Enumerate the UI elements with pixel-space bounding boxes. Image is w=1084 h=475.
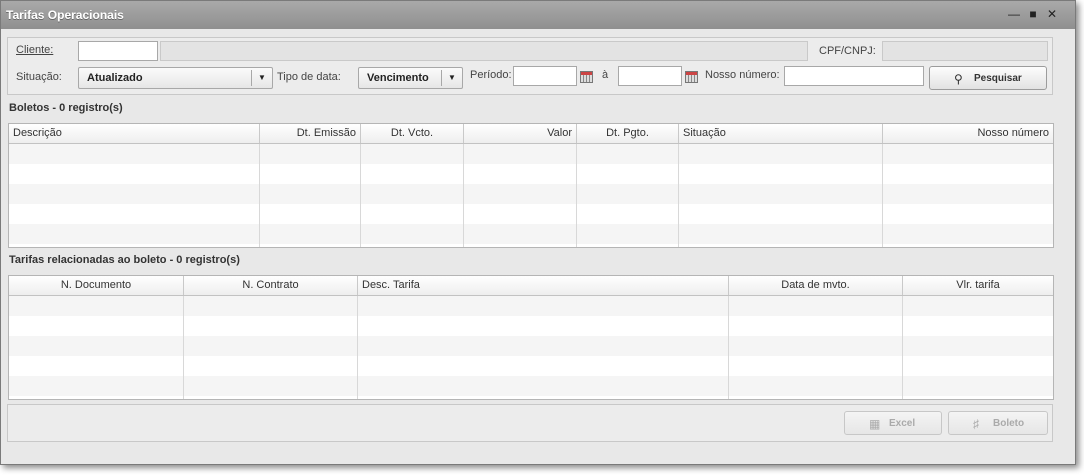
situacao-select[interactable]: Atualizado ▼	[78, 67, 273, 89]
col-situacao[interactable]: Situação	[679, 124, 883, 143]
tarifas-title: Tarifas relacionadas ao boleto - 0 regis…	[9, 254, 240, 266]
window-title: Tarifas Operacionais	[6, 8, 124, 22]
calendar-icon[interactable]	[685, 71, 698, 83]
column-divider	[728, 296, 729, 399]
column-divider	[882, 144, 883, 247]
periodo-separator: à	[602, 69, 609, 81]
column-divider	[360, 144, 361, 247]
col-data-mvto[interactable]: Data de mvto.	[729, 276, 903, 295]
column-divider	[183, 296, 184, 399]
pesquisar-button[interactable]: ⚲ Pesquisar	[929, 66, 1047, 90]
nosso-numero-label: Nosso número:	[705, 69, 780, 81]
col-dt-pgto[interactable]: Dt. Pgto.	[577, 124, 679, 143]
column-divider	[259, 144, 260, 247]
excel-icon: ▦	[869, 417, 881, 431]
periodo-label: Período:	[470, 69, 512, 81]
col-descricao[interactable]: Descrição	[9, 124, 260, 143]
title-bar: Tarifas Operacionais — ■ ✕	[1, 1, 1075, 29]
cpf-field	[882, 41, 1048, 61]
tarifas-window: Tarifas Operacionais — ■ ✕ Cliente: CPF/…	[0, 0, 1076, 465]
chevron-down-icon[interactable]: ▼	[251, 70, 272, 86]
col-nosso-numero[interactable]: Nosso número	[883, 124, 1053, 143]
col-n-documento[interactable]: N. Documento	[9, 276, 184, 295]
col-dt-vcto[interactable]: Dt. Vcto.	[361, 124, 464, 143]
col-dt-emissao[interactable]: Dt. Emissão	[260, 124, 361, 143]
boletos-header: Descrição Dt. Emissão Dt. Vcto. Valor Dt…	[9, 124, 1053, 144]
column-divider	[357, 296, 358, 399]
excel-button[interactable]: ▦ Excel	[844, 411, 942, 435]
tipo-data-select[interactable]: Vencimento ▼	[358, 67, 463, 89]
col-n-contrato[interactable]: N. Contrato	[184, 276, 358, 295]
tarifas-header: N. Documento N. Contrato Desc. Tarifa Da…	[9, 276, 1053, 296]
cliente-name-field	[160, 41, 808, 61]
periodo-to-input[interactable]	[618, 66, 682, 86]
boleto-button[interactable]: ♯ Boleto	[948, 411, 1048, 435]
minimize-icon[interactable]: —	[1007, 7, 1021, 21]
tarifas-rows	[9, 296, 1053, 399]
chevron-down-icon[interactable]: ▼	[441, 70, 462, 86]
search-icon: ⚲	[954, 72, 963, 86]
excel-label: Excel	[889, 418, 916, 429]
cliente-label: Cliente:	[16, 44, 54, 56]
pesquisar-label: Pesquisar	[974, 73, 1022, 84]
col-desc-tarifa[interactable]: Desc. Tarifa	[358, 276, 729, 295]
situacao-value: Atualizado	[87, 72, 143, 84]
nosso-numero-input[interactable]	[784, 66, 924, 86]
boletos-table: Descrição Dt. Emissão Dt. Vcto. Valor Dt…	[8, 123, 1054, 248]
column-divider	[576, 144, 577, 247]
col-valor[interactable]: Valor	[464, 124, 577, 143]
column-divider	[463, 144, 464, 247]
calendar-icon[interactable]	[580, 71, 593, 83]
tipo-data-value: Vencimento	[367, 72, 429, 84]
footer-panel: ▦ Excel ♯ Boleto	[7, 404, 1053, 442]
cliente-code-input[interactable]	[78, 41, 158, 61]
col-vlr-tarifa[interactable]: Vlr. tarifa	[903, 276, 1053, 295]
column-divider	[902, 296, 903, 399]
boleto-label: Boleto	[993, 418, 1025, 429]
close-icon[interactable]: ✕	[1045, 7, 1059, 21]
tipo-data-label: Tipo de data:	[277, 71, 341, 83]
pdf-icon: ♯	[973, 417, 979, 431]
situacao-label: Situação:	[16, 71, 62, 83]
boletos-title: Boletos - 0 registro(s)	[9, 102, 123, 114]
cpf-label: CPF/CNPJ:	[819, 45, 876, 57]
filter-panel: Cliente: CPF/CNPJ: Situação: Atualizado …	[7, 37, 1053, 95]
maximize-icon[interactable]: ■	[1026, 7, 1040, 21]
tarifas-table: N. Documento N. Contrato Desc. Tarifa Da…	[8, 275, 1054, 400]
column-divider	[678, 144, 679, 247]
periodo-from-input[interactable]	[513, 66, 577, 86]
boletos-rows	[9, 144, 1053, 247]
